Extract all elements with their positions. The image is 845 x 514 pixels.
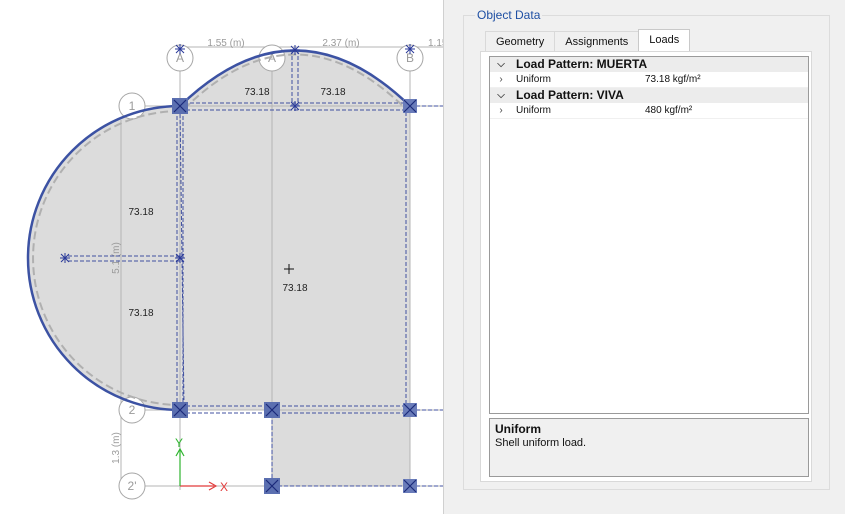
joint-b1[interactable] xyxy=(403,99,417,113)
drawing-canvas[interactable]: A A B 1 2 2' 1.55 (m) 2.37 (m) 1.1 5.1 (… xyxy=(0,0,443,514)
shell-area-lower[interactable] xyxy=(272,410,410,486)
description-text: Shell uniform load. xyxy=(495,437,587,449)
property-tree[interactable]: ⌵ Load Pattern: MUERTA › Uniform 73.18 k… xyxy=(489,56,809,414)
svg-text:1.15: 1.15 xyxy=(428,38,443,49)
property-row[interactable]: › Uniform 480 kgf/m² xyxy=(490,103,808,119)
tab-bar: Geometry Assignments Loads xyxy=(485,29,691,52)
joint-a2[interactable] xyxy=(172,402,188,418)
grid-bubble-2[interactable]: 2 xyxy=(118,396,146,424)
y-axis-label: Y xyxy=(175,436,183,450)
description-box: Uniform Shell uniform load. xyxy=(489,418,809,477)
grid-bubble-1[interactable]: 1 xyxy=(118,92,146,120)
chevron-right-icon[interactable]: › xyxy=(496,72,506,87)
plan-view[interactable]: A A B 1 2 2' 1.55 (m) 2.37 (m) 1.1 5.1 (… xyxy=(0,0,443,514)
joint-a2p[interactable] xyxy=(264,478,280,494)
svg-text:2': 2' xyxy=(128,479,137,493)
object-data-panel: Object Data Geometry Assignments Loads ⌵… xyxy=(443,0,845,514)
svg-text:1.55 (m): 1.55 (m) xyxy=(207,38,244,49)
svg-text:2: 2 xyxy=(129,403,136,417)
axis-triad: X Y xyxy=(175,436,228,494)
panel-title: Object Data xyxy=(475,8,543,22)
svg-text:5.1 (m): 5.1 (m) xyxy=(111,242,122,274)
chevron-down-icon[interactable]: ⌵ xyxy=(496,57,506,72)
group-header-muerta[interactable]: ⌵ Load Pattern: MUERTA xyxy=(490,57,808,72)
joint-b2p[interactable] xyxy=(403,479,417,493)
shell-area-arc[interactable] xyxy=(28,106,180,410)
property-row[interactable]: › Uniform 73.18 kgf/m² xyxy=(490,72,808,88)
svg-text:73.18: 73.18 xyxy=(244,87,269,98)
chevron-down-icon[interactable]: ⌵ xyxy=(496,88,506,103)
joint-a1[interactable] xyxy=(172,98,188,114)
svg-text:73.18: 73.18 xyxy=(128,308,153,319)
joint-a2b[interactable] xyxy=(264,402,280,418)
grid-bubble-2-prime[interactable]: 2' xyxy=(118,472,146,500)
svg-text:1: 1 xyxy=(129,99,136,113)
x-axis-label: X xyxy=(220,480,228,494)
svg-text:73.18: 73.18 xyxy=(128,207,153,218)
svg-text:2.37 (m): 2.37 (m) xyxy=(322,38,359,49)
group-header-viva[interactable]: ⌵ Load Pattern: VIVA xyxy=(490,88,808,103)
grid-bubble-a2[interactable]: A xyxy=(258,44,286,72)
tab-loads[interactable]: Loads xyxy=(638,29,691,51)
chevron-right-icon[interactable]: › xyxy=(496,103,506,118)
svg-text:1.3 (m): 1.3 (m) xyxy=(111,432,122,464)
svg-text:73.18: 73.18 xyxy=(320,87,345,98)
tab-assignments[interactable]: Assignments xyxy=(554,31,640,51)
joint-b2[interactable] xyxy=(403,403,417,417)
description-title: Uniform xyxy=(495,422,541,436)
svg-text:73.18: 73.18 xyxy=(282,283,307,294)
tab-geometry[interactable]: Geometry xyxy=(485,31,556,51)
